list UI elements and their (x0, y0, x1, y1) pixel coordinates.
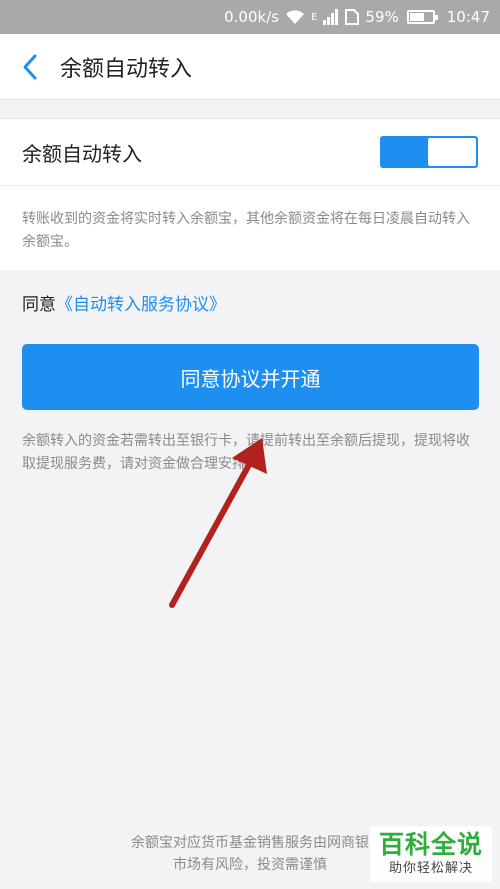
network-type: E (311, 11, 318, 23)
auto-transfer-switch[interactable] (380, 136, 478, 168)
signal-icon (323, 9, 339, 25)
watermark-main: 百科全说 (378, 830, 483, 859)
status-bar: 0.00k/s E 59% 10:47 (0, 0, 500, 34)
sim-icon (345, 9, 360, 25)
auto-transfer-row: 余额自动转入 (0, 118, 500, 186)
agreement-prefix: 同意 (22, 295, 56, 315)
watermark-sub: 助你轻松解决 (388, 861, 473, 876)
agreement-row: 同意《自动转入服务协议》 (22, 290, 226, 315)
page-title: 余额自动转入 (60, 56, 193, 82)
battery-icon (405, 10, 438, 24)
withdraw-note: 余额转入的资金若需转出至银行卡，请提前转出至余额后提现，提现将收取提现服务费，请… (22, 433, 470, 472)
description-text: 转账收到的资金将实时转入余额宝，其他余额资金将在每日凌晨自动转入余额宝。 (0, 186, 500, 270)
agree-and-open-button[interactable]: 同意协议并开通 (22, 344, 479, 410)
watermark-logo: 百科全说 助你轻松解决 (370, 826, 492, 882)
clock: 10:47 (446, 8, 490, 26)
auto-transfer-label: 余额自动转入 (22, 141, 142, 166)
battery-percent: 59% (365, 8, 399, 26)
chevron-left-icon (23, 54, 37, 79)
switch-knob (428, 138, 476, 166)
agreement-link[interactable]: 《自动转入服务协议》 (56, 295, 226, 315)
nav-bar: 余额自动转入 (0, 34, 500, 100)
network-speed: 0.00k/s (224, 8, 280, 26)
wifi-icon (285, 9, 305, 25)
back-button[interactable] (0, 34, 60, 100)
